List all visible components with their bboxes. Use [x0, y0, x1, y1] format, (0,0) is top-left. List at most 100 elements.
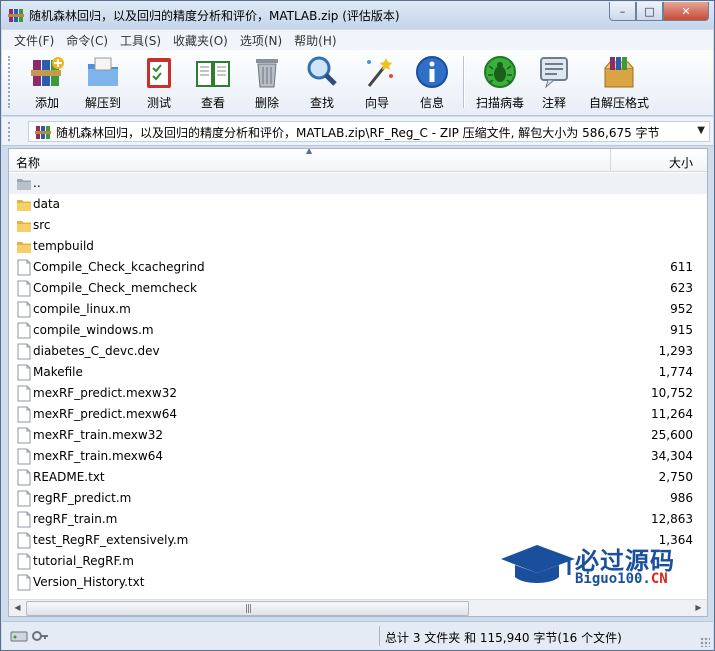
sort-ascending-icon: ▲: [306, 148, 313, 155]
row-name: tempbuild: [33, 239, 94, 253]
title-bar[interactable]: 随机森林回归，以及回归的精度分析和评价，MATLAB.zip (评估版本) – …: [1, 1, 714, 29]
row-name: compile_windows.m: [33, 323, 154, 337]
file-icon: [16, 364, 32, 381]
file-icon: [16, 406, 32, 423]
watermark-en: Biguo100.CN: [575, 571, 668, 587]
row-size: 915: [670, 323, 693, 337]
window-title: 随机森林回归，以及回归的精度分析和评价，MATLAB.zip (评估版本): [29, 9, 400, 23]
file-icon: [16, 301, 32, 318]
row-name: diabetes_C_devc.dev: [33, 344, 160, 358]
row-name: Version_History.txt: [33, 575, 145, 589]
file-row[interactable]: mexRF_predict.mexw32 10,752: [9, 383, 707, 404]
find-icon: [307, 56, 337, 86]
row-name: README.txt: [33, 470, 105, 484]
file-row[interactable]: diabetes_C_devc.dev 1,293: [9, 341, 707, 362]
address-grip[interactable]: [8, 122, 11, 141]
chevron-down-icon[interactable]: ▼: [697, 125, 705, 136]
row-name: data: [33, 197, 61, 211]
row-size: 10,752: [651, 386, 693, 400]
find-button[interactable]: 查找: [296, 54, 348, 112]
menu-help[interactable]: 帮助(H): [288, 32, 342, 49]
comment-button[interactable]: 注释: [528, 54, 580, 112]
status-summary: 总计 3 文件夹 和 115,940 字节(16 个文件): [385, 631, 622, 645]
menu-file[interactable]: 文件(F): [8, 32, 60, 49]
folder-row[interactable]: src: [9, 215, 707, 236]
delete-button[interactable]: 删除: [241, 54, 293, 112]
file-icon: [16, 343, 32, 360]
menu-options[interactable]: 选项(N): [234, 32, 288, 49]
extract-to-label: 解压到: [84, 96, 121, 110]
find-label: 查找: [309, 96, 334, 110]
extract-to-button[interactable]: 解压到: [77, 54, 129, 112]
watermark-en-main: Biguo100.: [575, 571, 651, 587]
maximize-button[interactable]: □: [636, 2, 663, 21]
graduation-cap-icon: [501, 545, 575, 583]
info-button[interactable]: 信息: [406, 54, 458, 112]
file-row[interactable]: regRF_train.m 12,863: [9, 509, 707, 530]
menu-favorites[interactable]: 收藏夹(O): [167, 32, 234, 49]
folder-icon: [16, 238, 32, 255]
row-name: tutorial_RegRF.m: [33, 554, 134, 568]
file-row[interactable]: Makefile 1,774: [9, 362, 707, 383]
archive-icon: [35, 126, 51, 139]
file-row[interactable]: compile_linux.m 952: [9, 299, 707, 320]
scrollbar-thumb[interactable]: |||: [26, 601, 469, 616]
address-field[interactable]: 随机森林回归，以及回归的精度分析和评价，MATLAB.zip\RF_Reg_C …: [28, 121, 710, 142]
file-icon: [16, 322, 32, 339]
address-bar: 随机森林回归，以及回归的精度分析和评价，MATLAB.zip\RF_Reg_C …: [2, 117, 713, 146]
test-icon: [147, 58, 171, 88]
test-button[interactable]: 测试: [133, 54, 185, 112]
file-row[interactable]: mexRF_train.mexw64 34,304: [9, 446, 707, 467]
scrollbar-grip-icon: |||: [245, 604, 252, 614]
folder-row[interactable]: data: [9, 194, 707, 215]
file-row[interactable]: compile_windows.m 915: [9, 320, 707, 341]
row-size: 34,304: [651, 449, 693, 463]
file-icon: [16, 574, 32, 591]
close-button[interactable]: ✕: [663, 2, 709, 21]
wizard-button[interactable]: 向导: [351, 54, 403, 112]
row-size: 611: [670, 260, 693, 274]
column-header-size[interactable]: 大小: [612, 149, 707, 172]
row-name: mexRF_predict.mexw32: [33, 386, 177, 400]
row-size: 952: [670, 302, 693, 316]
row-name: regRF_train.m: [33, 512, 118, 526]
parent-folder-row[interactable]: ..: [9, 173, 707, 194]
column-size-label: 大小: [668, 156, 693, 170]
file-row[interactable]: Compile_Check_kcachegrind 611: [9, 257, 707, 278]
view-button[interactable]: 查看: [187, 54, 239, 112]
sfx-button[interactable]: 自解压格式: [587, 54, 651, 112]
menu-commands[interactable]: 命令(C): [60, 32, 114, 49]
file-row[interactable]: regRF_predict.m 986: [9, 488, 707, 509]
file-icon: [16, 280, 32, 297]
folder-icon: [16, 196, 32, 213]
watermark-en-suffix: CN: [650, 571, 668, 587]
menu-tools[interactable]: 工具(S): [114, 32, 167, 49]
file-icon: [16, 385, 32, 402]
drive-key-icon: [10, 631, 48, 642]
file-icon: [16, 469, 32, 486]
add-label: 添加: [34, 96, 59, 110]
horizontal-scrollbar[interactable]: ◀ ||| ▶: [9, 599, 707, 616]
virus-scan-button[interactable]: 扫描病毒: [470, 54, 530, 112]
folder-icon: [16, 217, 32, 234]
column-header-name[interactable]: ▲ 名称: [9, 149, 611, 172]
scroll-left-icon[interactable]: ◀: [9, 600, 26, 616]
file-rows: .. data src tempbuild Compile_Check_kcachegr…: [9, 173, 707, 593]
row-name: test_RegRF_extensively.m: [33, 533, 189, 547]
file-row[interactable]: Compile_Check_memcheck 623: [9, 278, 707, 299]
view-label: 查看: [200, 96, 225, 110]
toolbar-grip[interactable]: [8, 56, 11, 108]
wizard-icon: [367, 58, 393, 87]
add-button[interactable]: 添加: [21, 54, 73, 112]
scroll-right-icon[interactable]: ▶: [690, 600, 707, 616]
virus-scan-icon: [484, 56, 516, 88]
minimize-button[interactable]: –: [609, 2, 636, 21]
resize-grip[interactable]: [700, 637, 710, 647]
file-row[interactable]: mexRF_predict.mexw64 11,264: [9, 404, 707, 425]
folder-row[interactable]: tempbuild: [9, 236, 707, 257]
file-row[interactable]: README.txt 2,750: [9, 467, 707, 488]
file-row[interactable]: mexRF_train.mexw32 25,600: [9, 425, 707, 446]
row-name: mexRF_train.mexw64: [33, 449, 163, 463]
watermark-logo: 必过源码 Biguo100.CN: [499, 539, 699, 599]
file-icon: [16, 553, 32, 570]
